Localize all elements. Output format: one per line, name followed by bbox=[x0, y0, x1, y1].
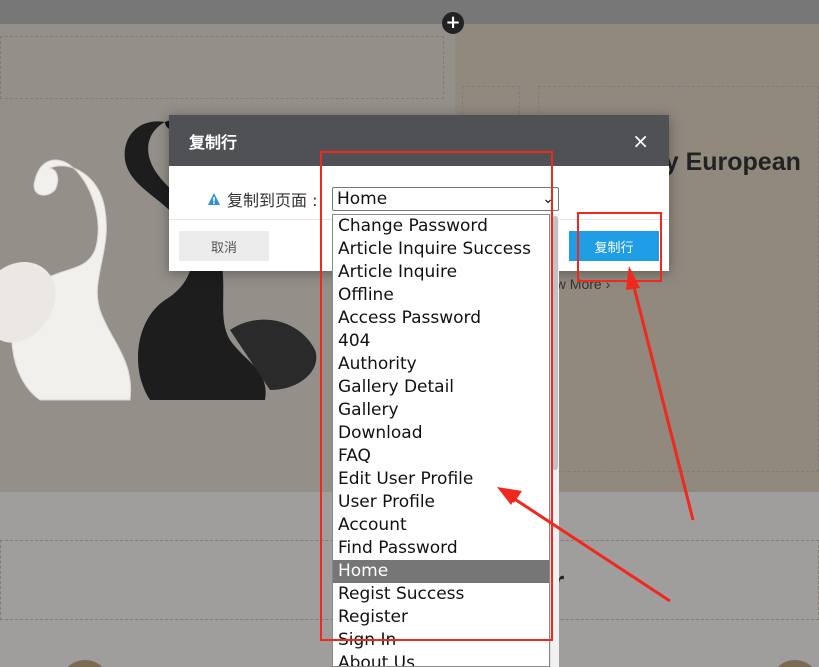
page-options-list[interactable]: Change Password Article Inquire Success Ar… bbox=[332, 214, 550, 667]
dropdown-option[interactable]: Account bbox=[333, 514, 549, 537]
target-page-field: 复制到页面 : bbox=[207, 187, 317, 211]
dropdown-option[interactable]: Access Password bbox=[333, 307, 549, 330]
dropdown-option[interactable]: User Profile bbox=[333, 491, 549, 514]
copy-row-button[interactable]: 复制行 bbox=[569, 231, 659, 261]
target-page-label: 复制到页面 : bbox=[227, 191, 318, 210]
dropdown-option[interactable]: Article Inquire Success bbox=[333, 238, 549, 261]
dropdown-option[interactable]: Gallery Detail bbox=[333, 376, 549, 399]
select-value: Home bbox=[337, 189, 388, 209]
dropdown-option[interactable]: Article Inquire bbox=[333, 261, 549, 284]
close-icon[interactable]: × bbox=[632, 129, 649, 153]
dropdown-option[interactable]: Authority bbox=[333, 353, 549, 376]
cancel-button[interactable]: 取消 bbox=[179, 231, 269, 261]
dropdown-option[interactable]: Change Password bbox=[333, 215, 549, 238]
target-page-select[interactable]: Home ⌄ bbox=[332, 187, 559, 211]
dialog-header: 复制行 × bbox=[169, 115, 669, 166]
hero-heading-text: ry European bbox=[655, 148, 801, 176]
dropdown-option[interactable]: FAQ bbox=[333, 445, 549, 468]
dropdown-option[interactable]: Home bbox=[333, 560, 549, 583]
scrollbar-thumb[interactable] bbox=[552, 216, 558, 470]
dropdown-option[interactable]: Find Password bbox=[333, 537, 549, 560]
dropdown-option[interactable]: Gallery bbox=[333, 399, 549, 422]
dropdown-option[interactable]: Download bbox=[333, 422, 549, 445]
dropdown-scrollbar[interactable] bbox=[550, 214, 559, 667]
dropdown-option[interactable]: Register bbox=[333, 606, 549, 629]
dropdown-option[interactable]: About Us bbox=[333, 652, 549, 666]
dropdown-option[interactable]: 404 bbox=[333, 330, 549, 353]
chevron-down-icon: ⌄ bbox=[542, 191, 554, 207]
dialog-title: 复制行 bbox=[189, 132, 238, 152]
warning-icon bbox=[208, 193, 220, 205]
add-row-button[interactable]: + bbox=[442, 12, 464, 34]
dropdown-option[interactable]: Regist Success bbox=[333, 583, 549, 606]
dropdown-option[interactable]: Edit User Profile bbox=[333, 468, 549, 491]
dropdown-option[interactable]: Sign In bbox=[333, 629, 549, 652]
dropdown-option[interactable]: Offline bbox=[333, 284, 549, 307]
